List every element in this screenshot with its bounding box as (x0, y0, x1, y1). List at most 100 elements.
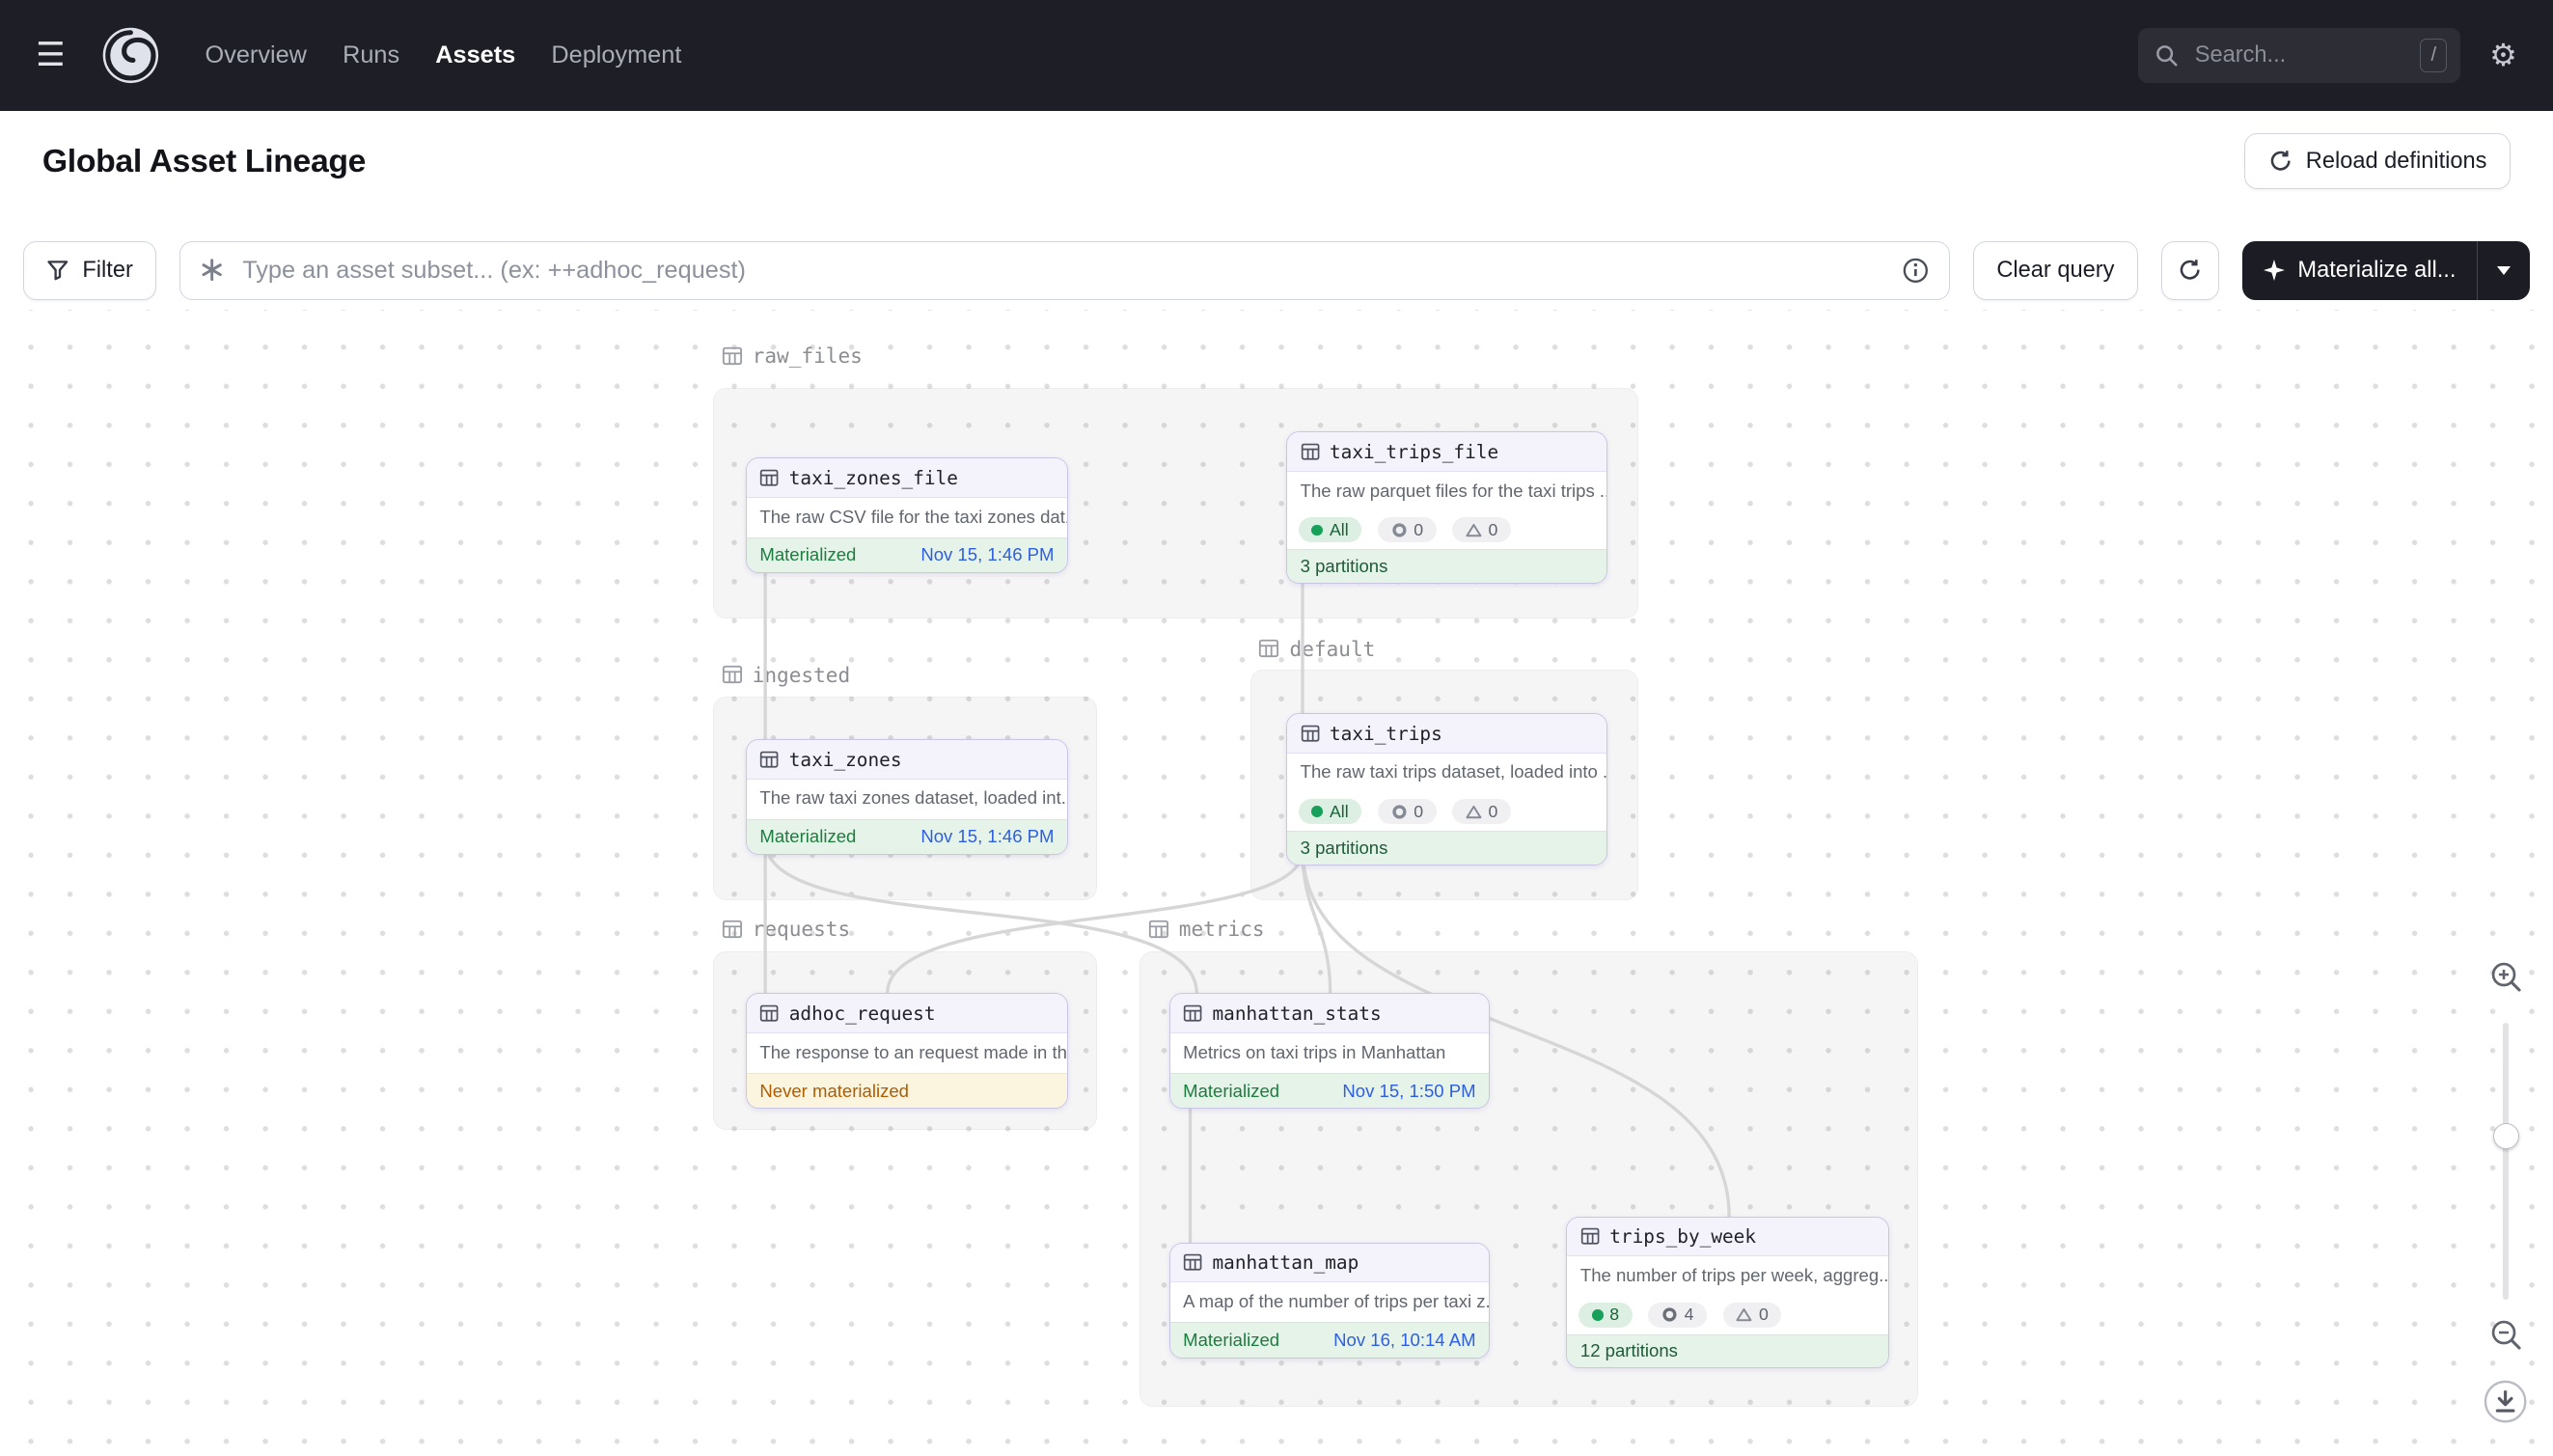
download-view-button[interactable] (2483, 1379, 2528, 1431)
materialize-all-split-button: Materialize all... (2242, 241, 2530, 300)
zoom-slider[interactable] (2503, 1023, 2510, 1300)
asset-description: The raw taxi zones dataset, loaded int..… (747, 780, 1067, 819)
warning-triangle-icon (1466, 523, 1482, 537)
badge-value: 0 (1759, 1305, 1769, 1325)
asset-title: taxi_trips (1330, 723, 1442, 745)
asset-status-row: Never materialized (747, 1073, 1067, 1109)
zoom-slider-handle[interactable] (2493, 1123, 2519, 1149)
asset-node-manhattan_stats[interactable]: manhattan_stats Metrics on taxi trips in… (1169, 993, 1490, 1109)
edge-taxi_zones-manhattan_stats (765, 840, 1196, 994)
materialized-partitions-badge: 8 (1578, 1303, 1632, 1328)
table-icon (1301, 724, 1320, 743)
asset-title: taxi_zones_file (789, 467, 958, 489)
asset-node-taxi_trips[interactable]: taxi_trips The raw taxi trips dataset, l… (1286, 713, 1606, 865)
reload-definitions-label: Reload definitions (2306, 149, 2487, 175)
asset-title: manhattan_stats (1213, 1003, 1382, 1025)
table-icon (1183, 1252, 1202, 1272)
materialization-timestamp[interactable]: Nov 16, 10:14 AM (1333, 1330, 1475, 1351)
green-dot-icon (1592, 1309, 1604, 1321)
materialization-timestamp[interactable]: Nov 15, 1:46 PM (920, 826, 1054, 847)
status-label: Materialized (759, 544, 856, 565)
materialization-timestamp[interactable]: Nov 15, 1:50 PM (1342, 1081, 1475, 1102)
lineage-canvas[interactable]: raw_files ingested default requests metr… (0, 310, 2553, 1456)
search-input[interactable] (2191, 41, 2407, 69)
materialization-timestamp[interactable]: Nov 15, 1:46 PM (920, 544, 1054, 565)
materialize-options-button[interactable] (2477, 241, 2530, 300)
zoom-controls (2482, 952, 2531, 1431)
green-dot-icon (1311, 525, 1323, 536)
refresh-button[interactable] (2161, 241, 2220, 300)
badge-value: 8 (1609, 1305, 1619, 1325)
asset-node-taxi_zones_file[interactable]: taxi_zones_file The raw CSV file for the… (746, 457, 1068, 573)
materialize-all-label: Materialize all... (2297, 258, 2456, 284)
asset-node-manhattan_map[interactable]: manhattan_map A map of the number of tri… (1169, 1243, 1490, 1359)
clear-query-label: Clear query (1996, 258, 2114, 284)
nav-item-assets[interactable]: Assets (435, 41, 515, 69)
materialized-partitions-badge: All (1299, 799, 1361, 824)
download-icon (2483, 1379, 2528, 1424)
badge-value: 0 (1414, 520, 1423, 540)
badge-value: All (1330, 520, 1349, 540)
lineage-toolbar: Filter Clear query (0, 237, 2553, 303)
donut-icon (1391, 522, 1408, 538)
asset-description: Metrics on taxi trips in Manhattan (1170, 1033, 1489, 1073)
nav-item-runs[interactable]: Runs (343, 41, 399, 69)
zoom-in-icon (2488, 959, 2524, 995)
materialize-all-button[interactable]: Materialize all... (2242, 241, 2477, 300)
filter-button[interactable]: Filter (23, 241, 157, 300)
status-label: Materialized (1183, 1330, 1279, 1351)
dagster-logo-icon (101, 26, 160, 85)
asset-node-trips_by_week[interactable]: trips_by_week The number of trips per we… (1566, 1217, 1888, 1369)
asset-title: trips_by_week (1609, 1225, 1756, 1248)
asset-status-row: Materialized Nov 15, 1:46 PM (747, 819, 1067, 855)
sparkle-icon (2264, 260, 2285, 281)
asset-subset-input[interactable] (239, 255, 1887, 286)
table-icon (759, 1003, 779, 1023)
badge-value: 0 (1489, 520, 1498, 540)
global-search[interactable]: / (2138, 28, 2460, 83)
asset-node-adhoc_request[interactable]: adhoc_request The response to an request… (746, 993, 1068, 1109)
dagster-app: ☰ Overview Runs Assets Deployment / ⚙ (0, 0, 2553, 1456)
asset-description: A map of the number of trips per taxi z.… (1170, 1282, 1489, 1322)
asset-node-header: taxi_trips (1287, 714, 1606, 754)
asset-node-header: taxi_trips_file (1287, 432, 1606, 472)
asset-title: manhattan_map (1213, 1251, 1359, 1274)
asset-node-taxi_trips_file[interactable]: taxi_trips_file The raw parquet files fo… (1286, 431, 1606, 584)
reload-definitions-button[interactable]: Reload definitions (2244, 133, 2511, 188)
page-header: Global Asset Lineage Reload definitions (0, 111, 2553, 212)
warning-triangle-icon (1466, 805, 1482, 819)
missing-partitions-badge: 0 (1452, 799, 1510, 824)
asset-title: taxi_trips_file (1330, 441, 1498, 463)
nav-item-overview[interactable]: Overview (206, 41, 307, 69)
clear-query-button[interactable]: Clear query (1973, 241, 2138, 300)
asset-description: The response to an request made in th... (747, 1033, 1067, 1073)
partition-health-row: All 0 0 (1287, 793, 1606, 832)
nav-item-deployment[interactable]: Deployment (551, 41, 681, 69)
asset-title: adhoc_request (789, 1003, 936, 1025)
donut-icon (1391, 804, 1408, 820)
badge-value: All (1330, 802, 1349, 822)
filter-label: Filter (82, 258, 132, 284)
zoom-out-button[interactable] (2482, 1310, 2531, 1360)
info-icon[interactable] (1902, 257, 1930, 285)
status-label: Materialized (759, 826, 856, 847)
partitions-count: 12 partitions (1567, 1334, 1887, 1368)
warning-triangle-icon (1736, 1307, 1752, 1322)
missing-partitions-badge: 0 (1723, 1303, 1781, 1328)
asset-node-taxi_zones[interactable]: taxi_zones The raw taxi zones dataset, l… (746, 739, 1068, 855)
dagster-logo[interactable] (101, 24, 163, 86)
status-label: Materialized (1183, 1081, 1279, 1102)
asset-node-header: taxi_zones_file (747, 458, 1067, 498)
zoom-in-button[interactable] (2482, 952, 2531, 1002)
asset-node-header: adhoc_request (747, 994, 1067, 1033)
table-icon (1183, 1003, 1202, 1023)
hamburger-menu-icon[interactable]: ☰ (36, 40, 65, 72)
asset-title: taxi_zones (789, 749, 902, 771)
asset-subset-query (179, 241, 1950, 300)
donut-icon (1661, 1306, 1678, 1323)
search-shortcut-badge: / (2420, 39, 2447, 73)
gear-icon[interactable]: ⚙ (2489, 40, 2517, 70)
asset-description: The raw CSV file for the taxi zones dat.… (747, 498, 1067, 537)
table-icon (1301, 442, 1320, 461)
edge-taxi_trips-adhoc_request (888, 850, 1303, 994)
